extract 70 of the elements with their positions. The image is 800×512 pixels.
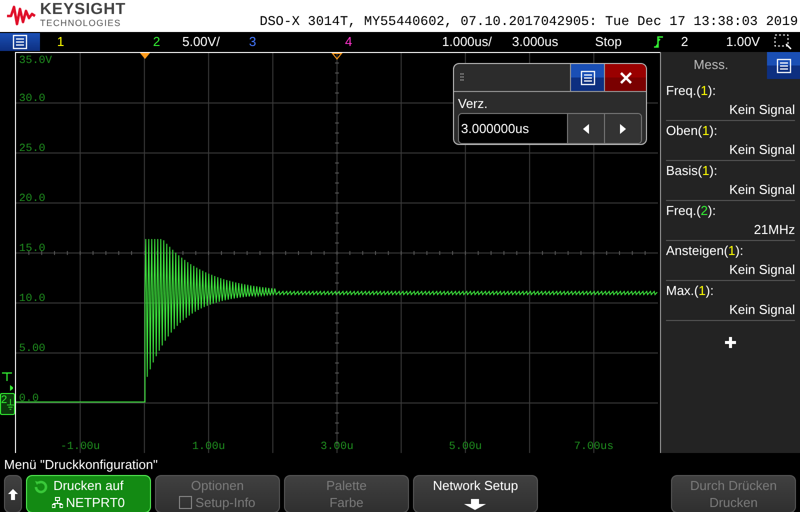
- filled-triangle-icon: [140, 53, 150, 59]
- ground-icon: [7, 398, 14, 412]
- y-axis-label: 35.0V: [19, 55, 52, 67]
- rising-edge-icon: [653, 34, 665, 48]
- measurement-value: Kein Signal: [728, 102, 795, 118]
- y-axis-label: 30.0: [19, 93, 46, 105]
- y-axis-label: 0.0: [19, 393, 39, 405]
- measurement-value: Kein Signal: [728, 302, 795, 318]
- panel-tab[interactable]: Mess.: [661, 52, 767, 78]
- delay-value: 3.000us: [512, 34, 560, 49]
- menu-button[interactable]: [570, 64, 604, 91]
- close-button[interactable]: [604, 64, 646, 91]
- timebase-value: 1.000us/: [442, 34, 493, 49]
- run-state: Stop: [595, 34, 623, 49]
- outlined-triangle-icon: [331, 53, 343, 60]
- measurement-label: Freq.(2):: [666, 203, 717, 219]
- tab-label: Mess.: [694, 57, 728, 72]
- channel-label[interactable]: 2: [153, 34, 160, 49]
- menu-icon: [12, 34, 28, 50]
- y-axis-label: 25.0: [19, 143, 46, 155]
- measurement-label: Oben(1):: [666, 123, 718, 139]
- x-axis-label: -1.00u: [60, 441, 100, 453]
- zoom-box-icon[interactable]: [774, 34, 792, 50]
- wave-logo-icon: [6, 4, 36, 26]
- window-title: DSO-X 3014T, MY55440602, 07.10.2017042905: Tue Dec 17 13:38:03 2019: [260, 15, 798, 30]
- y-axis-label: 5.00: [19, 343, 46, 355]
- up-button[interactable]: [4, 475, 22, 512]
- measurement-label: Max.(1):: [666, 283, 715, 299]
- x-axis-label: 1.00u: [192, 441, 226, 453]
- measurement-value: Kein Signal: [728, 142, 795, 158]
- channel-label[interactable]: 4: [345, 34, 352, 49]
- channel-label[interactable]: 1: [57, 34, 64, 49]
- measurement-value: Kein Signal: [728, 182, 795, 198]
- softkey-button[interactable]: Drucken auf NETPRT0: [26, 475, 151, 512]
- trigger-level: 1.00V: [726, 34, 761, 49]
- menu-button[interactable]: [767, 52, 800, 79]
- up-arrow-icon: [8, 488, 18, 500]
- channel-scale: 5.00V/: [182, 34, 220, 49]
- menu-title: Menü "Druckkonfiguration": [4, 457, 158, 472]
- measurement-value: Kein Signal: [728, 262, 795, 278]
- plus-icon: [725, 337, 736, 348]
- measurement-label: Ansteigen(1):: [666, 243, 744, 259]
- add-measurement-button[interactable]: [725, 337, 736, 348]
- brand-tagline: TECHNOLOGIES: [40, 19, 122, 28]
- measurement-value: 21MHz: [752, 222, 795, 238]
- circular-arrow-icon: [32, 479, 49, 495]
- network-icon: [52, 497, 63, 508]
- close-icon: [618, 70, 632, 84]
- x-axis-label: 3.00u: [320, 441, 354, 453]
- channel-number: 2: [1, 394, 8, 406]
- x-axis-label: 7.00us: [574, 441, 614, 453]
- channel-ground-marker[interactable]: 2: [0, 393, 15, 415]
- checkbox-label: Setup-Info: [195, 494, 256, 511]
- y-axis-label: 15.0: [19, 243, 46, 255]
- brand-name: KEYSIGHT: [40, 2, 126, 18]
- softkey-button[interactable]: Network Setup: [412, 475, 538, 512]
- y-axis-label: 10.0: [19, 293, 46, 305]
- trigger-source: 2: [681, 34, 690, 49]
- menu-icon: [776, 58, 792, 74]
- down-arrow-icon: [464, 499, 486, 510]
- x-axis-label: 5.00u: [448, 441, 482, 453]
- y-axis-label: 20.0: [19, 193, 46, 205]
- menu-button[interactable]: [0, 32, 40, 50]
- grip-icon: [460, 73, 464, 81]
- measurement-label: Basis(1):: [666, 163, 718, 179]
- trigger-level-icon: [1, 372, 13, 394]
- channel-label[interactable]: 3: [249, 34, 256, 49]
- measurement-label: Freq.(1):: [666, 83, 717, 99]
- field-label: Verz.: [457, 95, 489, 111]
- menu-icon: [580, 70, 596, 86]
